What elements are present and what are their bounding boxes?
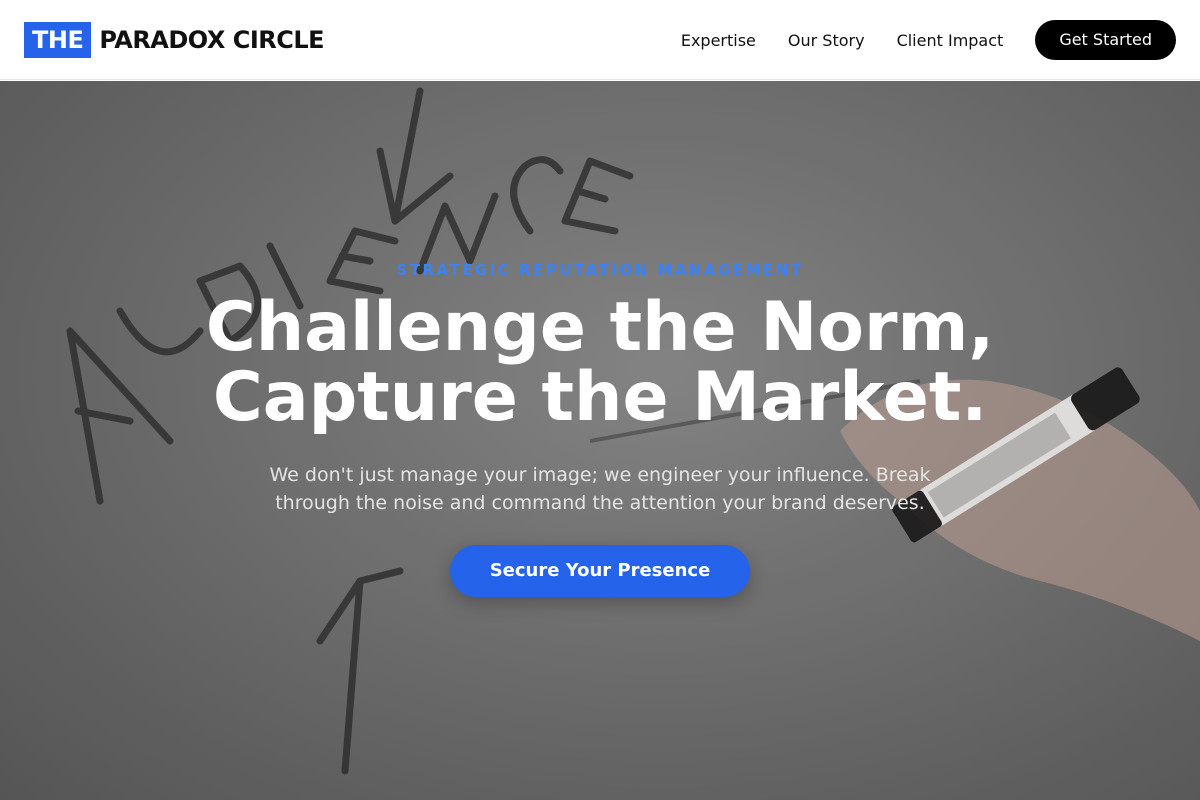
- hero-section: STRATEGIC REPUTATION MANAGEMENT Challeng…: [0, 81, 1200, 800]
- logo-mark: THE: [24, 22, 92, 58]
- hero-subtext: We don't just manage your image; we engi…: [269, 464, 931, 514]
- hero-headline-line-2: Capture the Market.: [212, 358, 988, 437]
- logo-wordmark: PARADOX CIRCLE: [99, 26, 325, 54]
- hero-headline: Challenge the Norm, Capture the Market.: [100, 293, 1100, 433]
- top-navbar: THE PARADOX CIRCLE Expertise Our Story C…: [0, 0, 1200, 80]
- logo[interactable]: THE PARADOX CIRCLE: [24, 22, 325, 58]
- hero-headline-line-1: Challenge the Norm,: [205, 288, 995, 367]
- get-started-button[interactable]: Get Started: [1035, 20, 1176, 60]
- nav-link-client-impact[interactable]: Client Impact: [897, 31, 1004, 50]
- nav-links: Expertise Our Story Client Impact Get St…: [681, 20, 1176, 60]
- secure-your-presence-button[interactable]: Secure Your Presence: [449, 545, 751, 597]
- hero-eyebrow: STRATEGIC REPUTATION MANAGEMENT: [396, 261, 804, 279]
- nav-link-our-story[interactable]: Our Story: [788, 31, 865, 50]
- nav-link-expertise[interactable]: Expertise: [681, 31, 756, 50]
- hero-content: STRATEGIC REPUTATION MANAGEMENT Challeng…: [0, 261, 1200, 597]
